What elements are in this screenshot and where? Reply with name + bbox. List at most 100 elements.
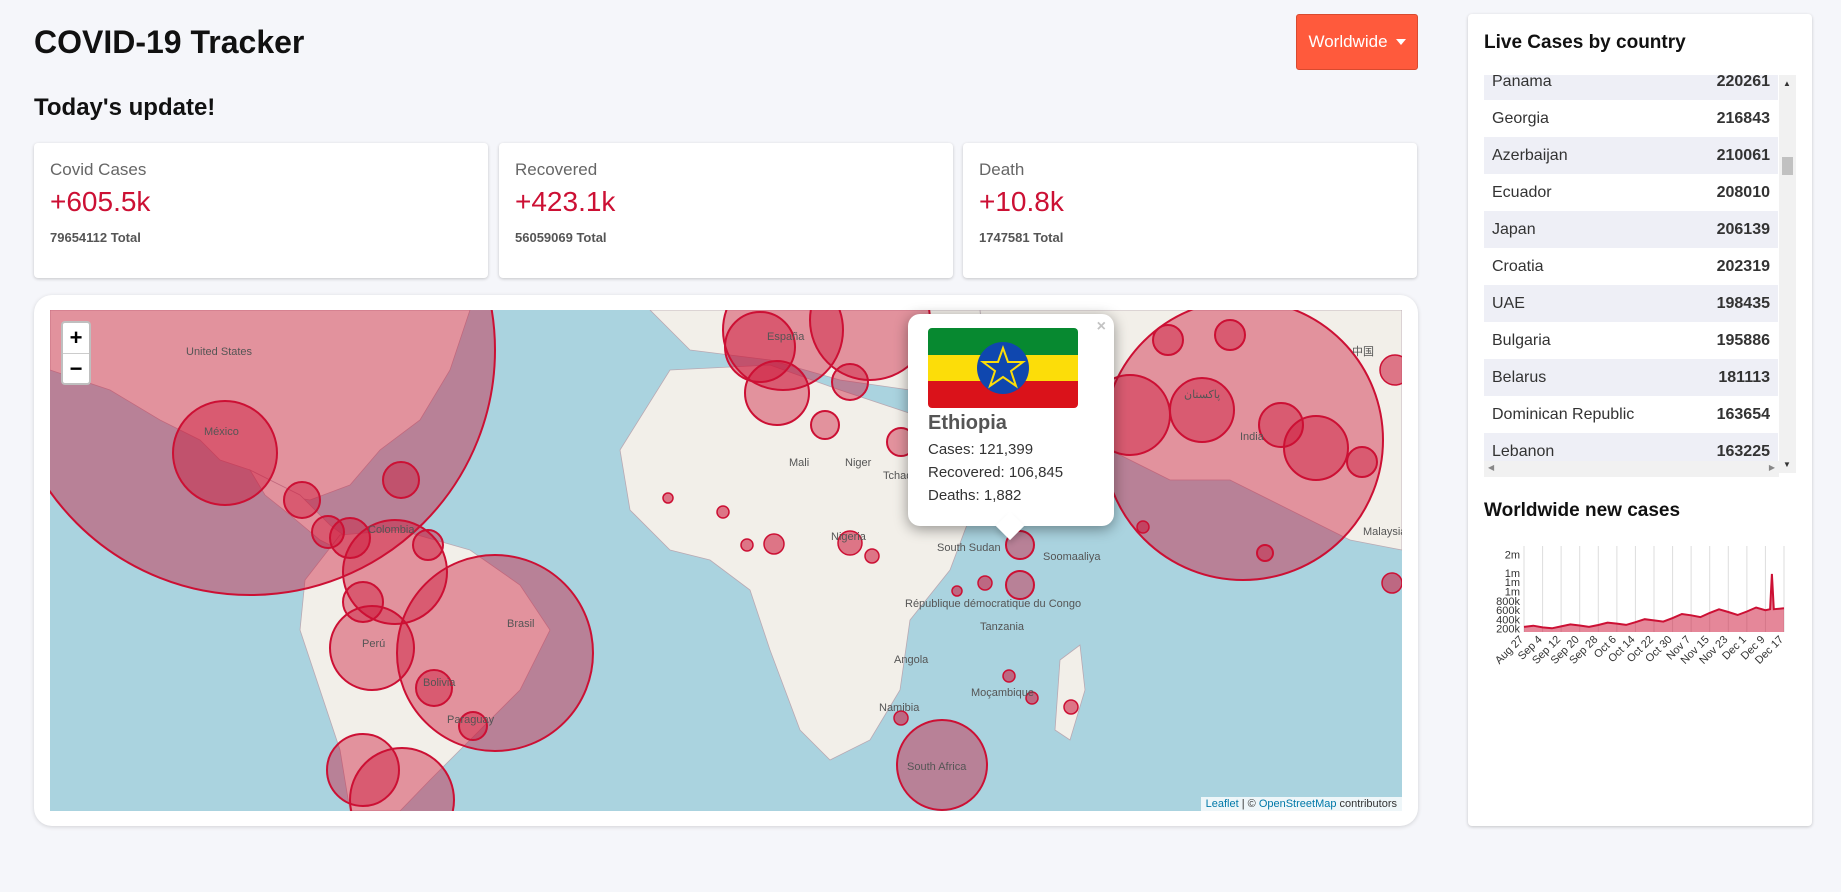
table-row: Georgia 216843 <box>1484 100 1778 137</box>
card-total: 79654112 Total <box>50 230 141 245</box>
country-cases: 220261 <box>1716 75 1770 90</box>
map-canvas: United States México Colombia Perú Brasi… <box>50 310 1402 811</box>
country-table[interactable]: Panama 220261 Georgia 216843 Azerbaijan 21006… <box>1484 75 1796 477</box>
case-circle-algeria <box>831 363 869 401</box>
zoom-out-button[interactable]: − <box>63 353 89 383</box>
case-circle-sri-lanka <box>1256 544 1274 562</box>
case-circle-nepal <box>1258 402 1304 448</box>
popup-recovered: Recovered: 106,845 <box>928 464 1064 481</box>
scroll-right-icon[interactable]: ▶ <box>1769 463 1775 472</box>
case-circle-uzbekistan <box>1152 324 1184 356</box>
country-name: Japan <box>1492 220 1536 238</box>
map-label: Paraguay <box>447 714 495 726</box>
country-cases: 202319 <box>1716 257 1770 275</box>
country-select-value: Worldwide <box>1308 32 1388 51</box>
country-select[interactable]: Worldwide <box>1296 14 1418 70</box>
attribution-separator: | © <box>1238 798 1259 810</box>
country-name: Georgia <box>1492 109 1549 127</box>
country-name: Azerbaijan <box>1492 146 1568 164</box>
case-circle-venezuela <box>412 529 444 561</box>
country-cases: 163654 <box>1716 405 1770 423</box>
case-dot <box>1002 669 1016 683</box>
leaflet-link[interactable]: Leaflet <box>1206 798 1239 810</box>
popup-cases: Cases: 121,399 <box>928 441 1034 458</box>
horizontal-scrollbar[interactable]: ◀ ▶ <box>1484 461 1779 477</box>
case-circle-morocco <box>744 360 810 426</box>
country-name: Bulgaria <box>1492 331 1551 349</box>
map-label: پاکستان <box>1184 389 1220 401</box>
country-name: Ecuador <box>1492 183 1552 201</box>
osm-link[interactable]: OpenStreetMap <box>1259 798 1337 810</box>
case-circle-mexico <box>172 400 278 506</box>
map-label: Mali <box>789 457 809 469</box>
case-dot <box>662 492 674 504</box>
map-label: Brasil <box>507 618 535 630</box>
table-row: Japan 206139 <box>1484 211 1778 248</box>
case-dot <box>951 585 963 597</box>
case-circle-panama <box>311 515 345 549</box>
card-value: +605.5k <box>50 186 151 217</box>
scroll-up-icon[interactable]: ▲ <box>1783 79 1791 88</box>
case-circle-dominican <box>382 461 420 499</box>
card-title: Covid Cases <box>50 160 147 179</box>
map-label: India <box>1240 431 1265 443</box>
country-name: Croatia <box>1492 257 1544 275</box>
world-map[interactable]: United States México Colombia Perú Brasi… <box>50 310 1402 811</box>
country-name: UAE <box>1492 294 1525 312</box>
country-cases: 208010 <box>1716 183 1770 201</box>
scroll-left-icon[interactable]: ◀ <box>1488 463 1494 472</box>
case-circle-ecuador <box>342 581 384 623</box>
map-label: Bolivia <box>423 677 456 689</box>
card-value: +10.8k <box>979 186 1064 217</box>
card-total: 1747581 Total <box>979 230 1064 245</box>
zoom-control: + − <box>61 321 91 385</box>
recovered-card[interactable]: Recovered +423.1k 56059069 Total <box>499 143 953 278</box>
death-card[interactable]: Death +10.8k 1747581 Total <box>963 143 1417 278</box>
card-total: 56059069 Total <box>515 230 607 245</box>
card-title: Recovered <box>515 160 598 179</box>
country-cases: 216843 <box>1716 109 1770 127</box>
scroll-down-icon[interactable]: ▼ <box>1783 460 1791 469</box>
popup-country-name: Ethiopia <box>928 412 1007 434</box>
case-dot <box>763 533 785 555</box>
scroll-thumb[interactable] <box>1782 157 1793 175</box>
case-dot <box>1136 520 1150 534</box>
case-circle-guatemala <box>283 481 321 519</box>
madagascar-land <box>1054 644 1086 741</box>
map-label: Tanzania <box>980 621 1025 633</box>
case-circle-kazakhstan <box>1214 319 1246 351</box>
case-dot <box>1381 572 1402 594</box>
table-row: Belarus 181113 <box>1484 359 1778 396</box>
table-row: Dominican Republic 163654 <box>1484 396 1778 433</box>
country-cases: 198435 <box>1716 294 1770 312</box>
case-circle-libya <box>810 410 840 440</box>
case-dot <box>977 575 993 591</box>
cases-card[interactable]: Covid Cases +605.5k 79654112 Total <box>34 143 488 278</box>
vertical-scrollbar[interactable]: ▲ ▼ <box>1779 75 1796 473</box>
table-row: Azerbaijan 210061 <box>1484 137 1778 174</box>
zoom-in-button[interactable]: + <box>63 323 89 353</box>
map-label: Malaysia <box>1363 526 1402 538</box>
live-cases-title: Live Cases by country <box>1484 32 1686 53</box>
map-label: México <box>204 426 239 438</box>
map-label: 中国 <box>1352 345 1374 358</box>
map-label: République démocratique du Congo <box>905 598 1081 610</box>
map-label: Niger <box>845 457 872 469</box>
country-cases: 163225 <box>1716 442 1770 460</box>
map-label: Nigeria <box>831 531 867 543</box>
case-circle-chile <box>326 733 400 807</box>
page-title: COVID-19 Tracker <box>34 24 305 60</box>
table-row: Bulgaria 195886 <box>1484 322 1778 359</box>
country-cases: 195886 <box>1716 331 1770 349</box>
map-label: United States <box>186 346 253 358</box>
close-icon[interactable]: × <box>1097 318 1106 336</box>
attribution-suffix: contributors <box>1336 798 1397 810</box>
country-name: Panama <box>1492 75 1552 90</box>
card-value: +423.1k <box>515 186 616 217</box>
map-label: Namibia <box>879 702 920 714</box>
table-row: UAE 198435 <box>1484 285 1778 322</box>
case-circle-myanmar <box>1346 446 1378 478</box>
country-cases: 206139 <box>1716 220 1770 238</box>
case-dot <box>740 538 754 552</box>
new-cases-chart: 200k400k600k800k1m1m1m2mAug 27Sep 4Sep 1… <box>1493 546 1786 667</box>
